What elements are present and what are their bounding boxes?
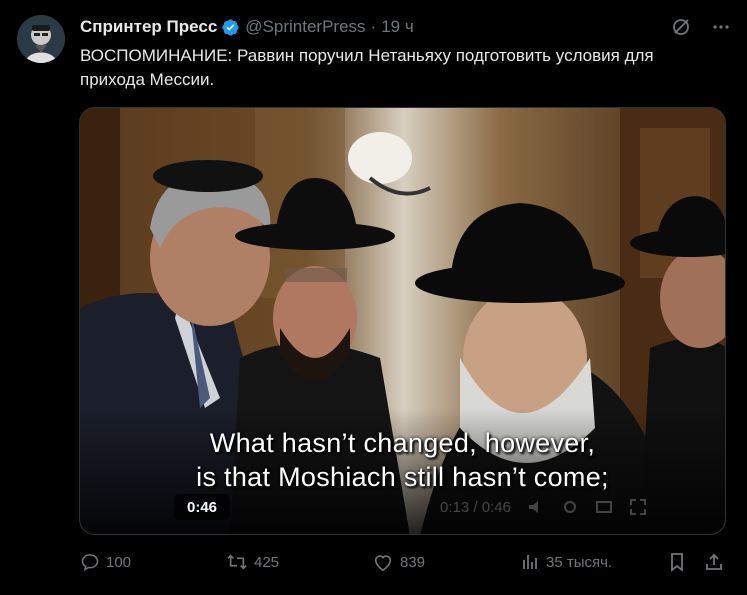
video-player[interactable]: What hasn’t changed, however, is that Mo…: [79, 107, 726, 535]
reply-button[interactable]: 100: [80, 552, 131, 572]
share-button[interactable]: [704, 552, 724, 572]
views-count: 35 тысяч.: [546, 553, 613, 571]
pip-icon: [595, 501, 612, 513]
like-button[interactable]: 839: [372, 552, 425, 572]
embedded-player-controls: 0:13 / 0:46: [440, 498, 647, 516]
like-count: 839: [400, 553, 426, 571]
avatar[interactable]: [17, 15, 65, 63]
tweet-header: Спринтер Пресс @SprinterPress · 19 ч: [80, 14, 731, 40]
share-icon: [706, 553, 722, 570]
views-button[interactable]: 35 тысяч.: [520, 552, 612, 572]
fullscreen-icon: [629, 499, 646, 515]
video-duration-badge: 0:46: [174, 494, 230, 520]
action-bar: 100 425 839 35 тысяч.: [80, 552, 726, 578]
subtitle-line-1: What hasn’t changed, however,: [209, 428, 596, 458]
grok-icon[interactable]: [671, 17, 691, 37]
reply-icon: [81, 554, 99, 571]
retweet-icon: [227, 554, 247, 570]
retweet-count: 425: [254, 553, 280, 571]
video-subtitle: What hasn’t changed, however, is that Mo…: [80, 426, 725, 494]
handle[interactable]: @SprinterPress: [245, 17, 365, 37]
display-name[interactable]: Спринтер Пресс: [80, 17, 217, 37]
reply-count: 100: [106, 553, 132, 571]
bookmark-icon: [671, 553, 683, 572]
views-chart-icon: [523, 555, 537, 569]
retweet-button[interactable]: 425: [226, 552, 279, 572]
timestamp[interactable]: 19 ч: [381, 17, 414, 37]
settings-icon: [563, 501, 576, 513]
volume-icon: [528, 501, 538, 513]
tweet-text: ВОСПОМИНАНИЕ: Раввин поручил Нетаньяху п…: [80, 46, 654, 89]
more-icon[interactable]: [711, 17, 731, 37]
avatar-image: [17, 15, 65, 63]
separator-dot: ·: [370, 17, 377, 36]
subtitle-line-2: is that Moshiach still hasn’t come;: [196, 462, 609, 492]
verified-badge-icon: [222, 18, 239, 36]
bookmark-button[interactable]: [667, 552, 687, 572]
player-time: 0:13 / 0:46: [440, 498, 511, 516]
heart-icon: [374, 555, 392, 572]
